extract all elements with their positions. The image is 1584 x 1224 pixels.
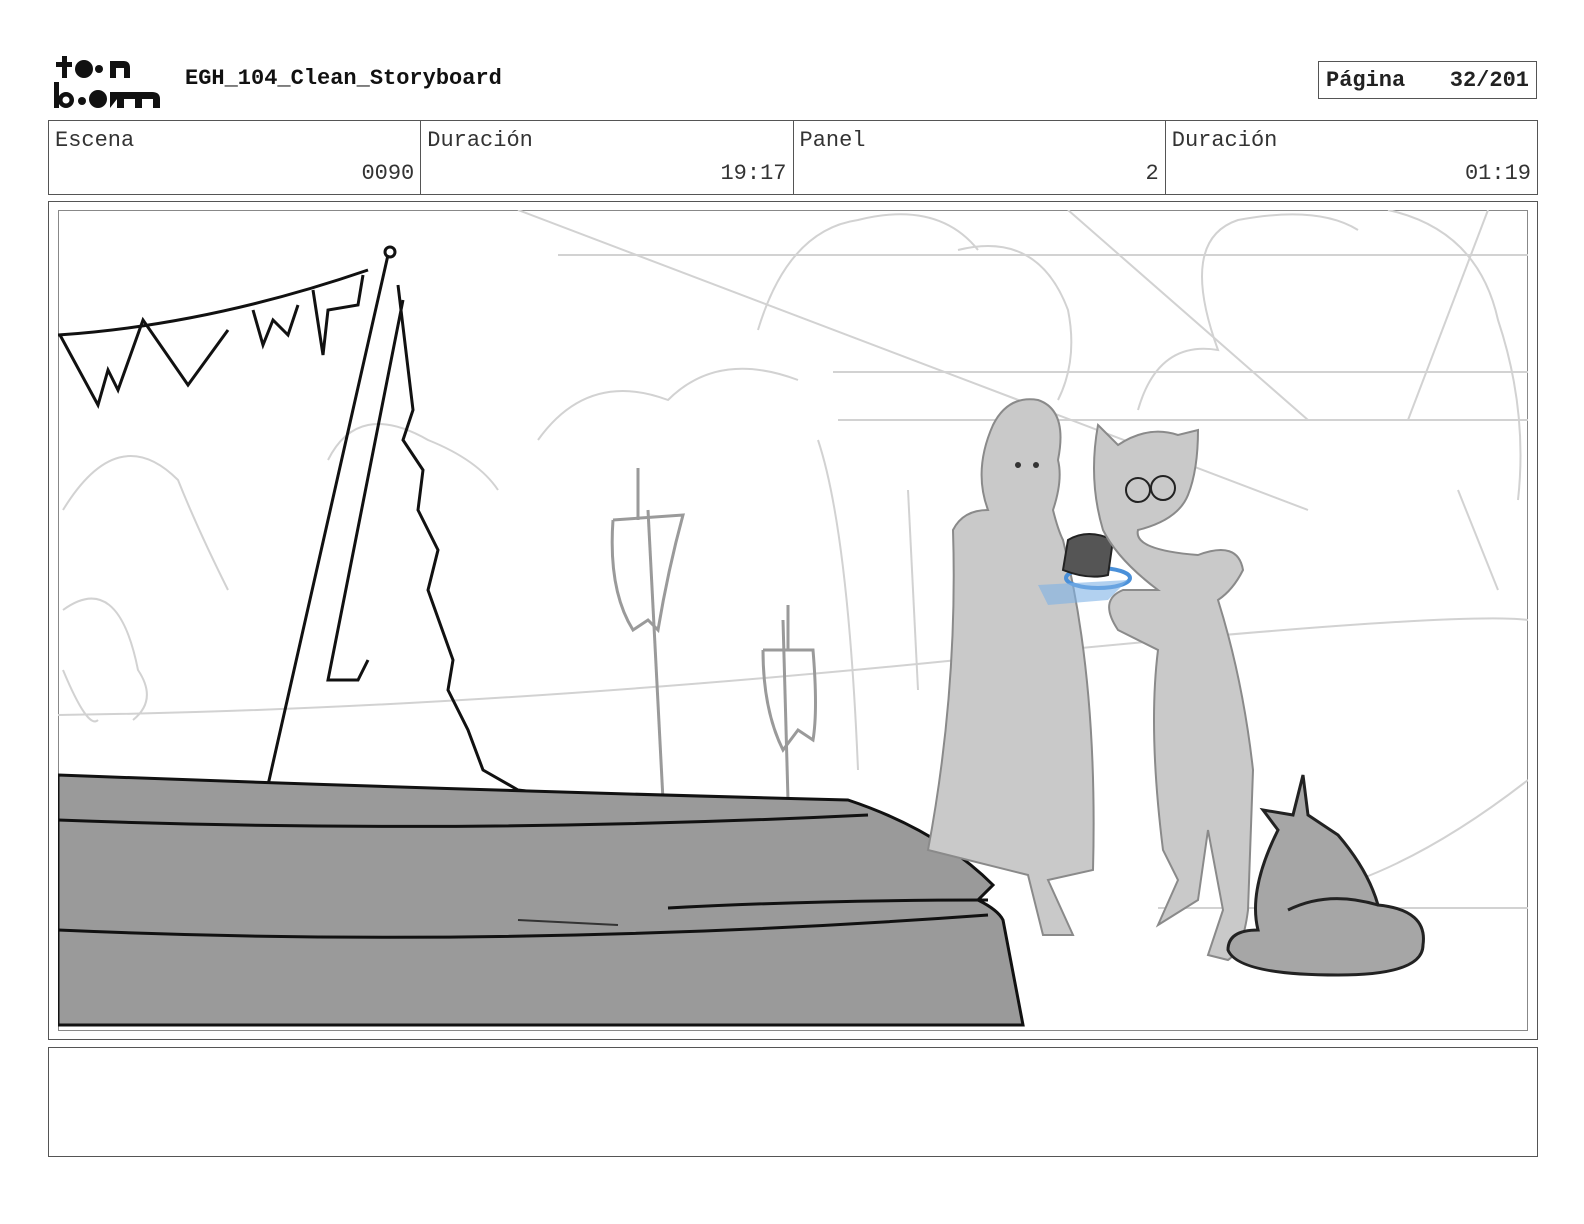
scene-duration-label: Duración [427, 128, 533, 153]
scene-value: 0090 [361, 161, 415, 186]
page-label: Página [1326, 67, 1406, 93]
panel-cell: Panel 2 [794, 121, 1166, 194]
boat [58, 773, 1025, 1027]
scene-cell: Escena 0090 [49, 121, 422, 194]
document-title: EGH_104_Clean_Storyboard [185, 66, 502, 91]
scene-duration-value: 19:17 [720, 161, 787, 186]
page-number: 32/201 [1449, 67, 1529, 93]
panel-duration-cell: Duración 01:19 [1166, 121, 1537, 194]
panel-duration-value: 01:19 [1464, 161, 1531, 186]
page-indicator: Página 32/201 [1318, 61, 1537, 99]
storyboard-panel [48, 201, 1538, 1040]
panel-sketch [58, 210, 1528, 1031]
panel-duration-label: Duración [1171, 128, 1278, 153]
scene-label: Escena [55, 128, 135, 153]
scene-duration-cell: Duración 19:17 [421, 121, 794, 194]
panel-notes [48, 1047, 1538, 1157]
scene-info-row: Escena 0090 Duración 19:17 Panel 2 Durac… [48, 120, 1538, 195]
panel-value: 2 [1145, 161, 1159, 186]
toonboom-logo [54, 56, 160, 108]
panel-label: Panel [799, 128, 866, 153]
